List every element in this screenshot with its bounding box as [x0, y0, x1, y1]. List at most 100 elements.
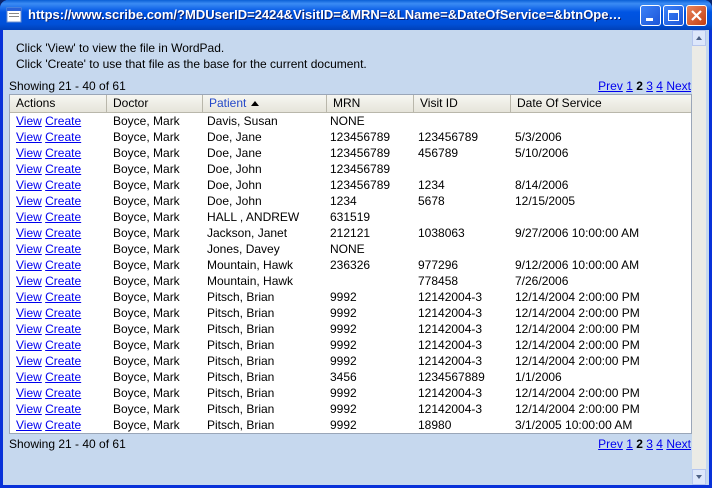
view-link[interactable]: View — [16, 162, 42, 176]
prev-link-bottom[interactable]: Prev — [598, 437, 623, 451]
create-link[interactable]: Create — [45, 130, 81, 144]
view-link[interactable]: View — [16, 370, 42, 384]
cell-actions: View Create — [16, 257, 81, 273]
scroll-down-button[interactable] — [692, 469, 706, 485]
column-header-visit-id[interactable]: Visit ID — [414, 95, 511, 113]
create-link[interactable]: Create — [45, 306, 81, 320]
maximize-button[interactable] — [663, 5, 684, 26]
create-link[interactable]: Create — [45, 162, 81, 176]
column-header-patient[interactable]: Patient — [203, 95, 327, 113]
page-1-link[interactable]: 1 — [626, 79, 633, 93]
create-link[interactable]: Create — [45, 226, 81, 240]
cell-doctor: Boyce, Mark — [113, 242, 180, 256]
window-title: https://www.scribe.com/?MDUserID=2424&Vi… — [28, 7, 624, 22]
view-link[interactable]: View — [16, 226, 42, 240]
view-link[interactable]: View — [16, 194, 42, 208]
cell-mrn: NONE — [330, 242, 365, 256]
view-link[interactable]: View — [16, 130, 42, 144]
column-header-actions[interactable]: Actions — [10, 95, 107, 113]
app-icon — [6, 7, 22, 23]
page-3-link[interactable]: 3 — [646, 79, 653, 93]
view-link[interactable]: View — [16, 290, 42, 304]
column-header-patient-label: Patient — [209, 96, 247, 110]
create-link[interactable]: Create — [45, 242, 81, 256]
next-link[interactable]: Next — [666, 79, 691, 93]
cell-patient: Pitsch, Brian — [207, 322, 275, 336]
table-row: View Create Boyce, Mark Doe, John 123456789… — [10, 177, 691, 193]
create-link[interactable]: Create — [45, 354, 81, 368]
minimize-button[interactable] — [640, 5, 661, 26]
cell-patient: Pitsch, Brian — [207, 370, 275, 384]
view-link[interactable]: View — [16, 258, 42, 272]
column-header-doctor[interactable]: Doctor — [107, 95, 203, 113]
cell-date-of-service: 12/15/2005 — [515, 194, 576, 208]
prev-link[interactable]: Prev — [598, 79, 623, 93]
page-4-link[interactable]: 4 — [656, 79, 663, 93]
cell-visit-id: 12142004-3 — [418, 306, 483, 320]
view-link[interactable]: View — [16, 178, 42, 192]
cell-patient: Jones, Davey — [207, 242, 280, 256]
close-button[interactable] — [686, 5, 707, 26]
page-2-current: 2 — [636, 79, 643, 93]
view-link[interactable]: View — [16, 402, 42, 416]
cell-date-of-service: 12/14/2004 2:00:00 PM — [515, 402, 640, 416]
view-link[interactable]: View — [16, 354, 42, 368]
view-link[interactable]: View — [16, 146, 42, 160]
view-link[interactable]: View — [16, 242, 42, 256]
cell-patient: Doe, John — [207, 162, 262, 176]
table-row: View Create Boyce, Mark Pitsch, Brian 9992 1… — [10, 305, 691, 321]
view-link[interactable]: View — [16, 114, 42, 128]
create-link[interactable]: Create — [45, 290, 81, 304]
column-header-date-of-service[interactable]: Date Of Service — [511, 95, 691, 113]
cell-doctor: Boyce, Mark — [113, 306, 180, 320]
create-link[interactable]: Create — [45, 210, 81, 224]
cell-doctor: Boyce, Mark — [113, 354, 180, 368]
view-link[interactable]: View — [16, 418, 42, 432]
scroll-up-button[interactable] — [692, 30, 706, 46]
create-link[interactable]: Create — [45, 402, 81, 416]
cell-doctor: Boyce, Mark — [113, 226, 180, 240]
view-link[interactable]: View — [16, 386, 42, 400]
page-4-link-bottom[interactable]: 4 — [656, 437, 663, 451]
create-link[interactable]: Create — [45, 258, 81, 272]
vertical-scrollbar[interactable] — [692, 30, 706, 485]
table-row: View Create Boyce, Mark Doe, John 1234 5678 1… — [10, 193, 691, 209]
view-link[interactable]: View — [16, 274, 42, 288]
column-header-mrn[interactable]: MRN — [327, 95, 414, 113]
cell-patient: Pitsch, Brian — [207, 402, 275, 416]
title-bar[interactable]: https://www.scribe.com/?MDUserID=2424&Vi… — [0, 0, 712, 30]
instruction-view: Click 'View' to view the file in WordPad… — [16, 41, 225, 55]
create-link[interactable]: Create — [45, 338, 81, 352]
cell-doctor: Boyce, Mark — [113, 146, 180, 160]
cell-mrn: NONE — [330, 114, 365, 128]
create-link[interactable]: Create — [45, 274, 81, 288]
create-link[interactable]: Create — [45, 370, 81, 384]
cell-doctor: Boyce, Mark — [113, 386, 180, 400]
cell-visit-id: 12142004-3 — [418, 338, 483, 352]
cell-mrn: 212121 — [330, 226, 371, 240]
view-link[interactable]: View — [16, 306, 42, 320]
page-3-link-bottom[interactable]: 3 — [646, 437, 653, 451]
cell-visit-id: 778458 — [418, 274, 459, 288]
cell-actions: View Create — [16, 385, 81, 401]
create-link[interactable]: Create — [45, 418, 81, 432]
view-link[interactable]: View — [16, 322, 42, 336]
cell-actions: View Create — [16, 209, 81, 225]
next-link-bottom[interactable]: Next — [666, 437, 691, 451]
view-link[interactable]: View — [16, 338, 42, 352]
page-1-link-bottom[interactable]: 1 — [626, 437, 633, 451]
create-link[interactable]: Create — [45, 178, 81, 192]
create-link[interactable]: Create — [45, 194, 81, 208]
cell-date-of-service: 3/1/2005 10:00:00 AM — [515, 418, 633, 432]
cell-actions: View Create — [16, 145, 81, 161]
view-link[interactable]: View — [16, 210, 42, 224]
create-link[interactable]: Create — [45, 322, 81, 336]
create-link[interactable]: Create — [45, 114, 81, 128]
cell-mrn: 123456789 — [330, 130, 391, 144]
scroll-track[interactable] — [692, 46, 706, 469]
cell-actions: View Create — [16, 129, 81, 145]
create-link[interactable]: Create — [45, 386, 81, 400]
cell-visit-id: 123456789 — [418, 130, 479, 144]
create-link[interactable]: Create — [45, 146, 81, 160]
cell-actions: View Create — [16, 161, 81, 177]
